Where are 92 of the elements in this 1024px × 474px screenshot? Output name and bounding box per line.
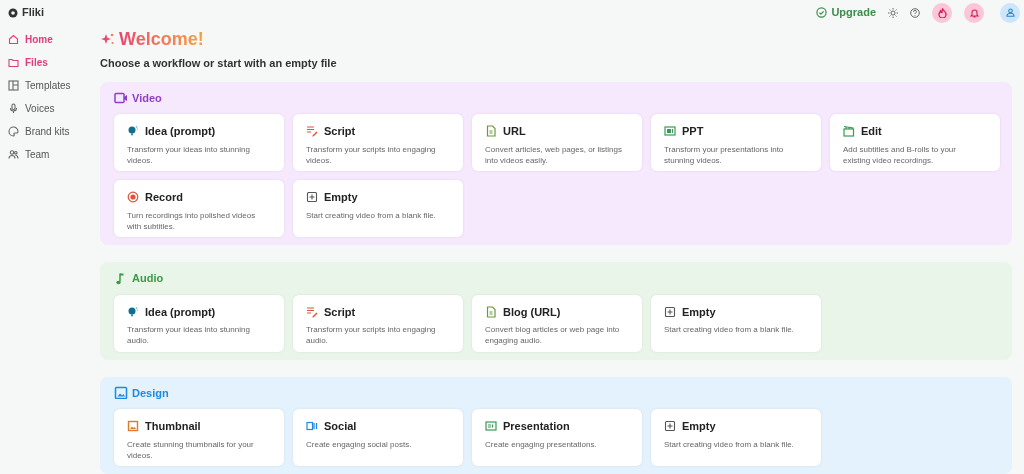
workflow-card[interactable]: PPT Transform your presentations into stunning videos. (651, 114, 821, 171)
subheading: Choose a workflow or start with an empty file (100, 56, 338, 71)
image-icon (127, 420, 139, 433)
workflow-card[interactable]: Blog (URL) Convert blog articles or web page into engaging audio. (472, 294, 642, 352)
microphone-icon (8, 102, 19, 114)
workflow-card[interactable]: Idea (prompt) Transform your ideas into stunning videos. (114, 114, 284, 171)
section-title: Design (132, 385, 169, 401)
card-title: Idea (prompt) (145, 304, 216, 320)
workflow-card[interactable]: Script Transform your scripts into engaging audio. (293, 294, 463, 352)
card-title: Thumbnail (145, 419, 201, 434)
card-title: PPT (682, 124, 704, 139)
card-description: Create engaging social posts. (306, 438, 413, 450)
card-title: Empty (324, 190, 358, 205)
script-pen-icon (306, 305, 318, 318)
layout-icon (8, 79, 19, 91)
sidebar-item[interactable]: Voices (6, 99, 94, 117)
card-title: Empty (682, 419, 716, 434)
presentation-icon (664, 125, 676, 138)
plus-square-icon (664, 420, 676, 433)
card-description: Create engaging presentations. (485, 438, 598, 450)
card-description: Create stunning thumbnails for your videos. (127, 438, 255, 461)
folder-icon (8, 56, 19, 68)
workflow-card[interactable]: Idea (prompt) Transform your ideas into stunning audio. (114, 294, 284, 352)
card-description: Start creating video from a blank file. (664, 324, 795, 335)
clapperboard-icon (843, 125, 855, 138)
card-description: Convert articles, web pages, or listings into videos easily. (485, 143, 623, 166)
card-title: Record (145, 190, 183, 205)
workflow-card[interactable]: Empty Start creating video from a blank file. (293, 180, 463, 237)
card-title: Blog (URL) (503, 304, 561, 320)
workflow-card[interactable]: Record Turn recordings into polished videos with subtitles. (114, 180, 284, 237)
sidebar-item[interactable]: Home (6, 30, 94, 48)
card-description: Transform your ideas into stunning audio. (127, 324, 251, 346)
flame-icon (937, 7, 947, 18)
presentation-icon (485, 420, 497, 433)
badge-check-icon (816, 7, 828, 18)
script-pen-icon (306, 125, 318, 138)
card-description: Transform your scripts into engaging audio. (306, 324, 437, 346)
card-description: Convert blog articles or web page into engaging audio. (485, 324, 621, 346)
user-icon (1005, 8, 1015, 17)
bell-icon (969, 7, 979, 18)
notification-button[interactable] (964, 2, 984, 23)
sidebar-item[interactable]: Templates (6, 76, 94, 94)
video-camera-icon (114, 91, 128, 105)
workflow-card[interactable]: Edit Add subtitles and B-rolls to your existing video recordings. (830, 114, 1000, 171)
card-title: Presentation (503, 419, 570, 434)
image-icon (114, 386, 128, 400)
help-icon[interactable] (910, 7, 920, 18)
plus-square-icon (664, 305, 676, 318)
section-title: Video (132, 90, 162, 106)
card-description: Transform your scripts into engaging videos. (306, 143, 437, 166)
workflow-card[interactable]: Thumbnail Create stunning thumbnails for your videos. (114, 409, 284, 466)
record-icon (127, 191, 139, 204)
lightbulb-icon (127, 125, 139, 138)
brand-name: Fliki (22, 5, 44, 21)
upgrade-button[interactable]: Upgrade (816, 4, 876, 21)
card-description: Transform your presentations into stunning videos. (664, 143, 785, 166)
gallery-icon (306, 420, 318, 433)
workflow-card[interactable]: URL Convert articles, web pages, or listings into videos easily. (472, 114, 642, 171)
card-title: Empty (682, 304, 716, 320)
sidebar-item[interactable]: Files (6, 53, 94, 71)
logo-icon (8, 7, 18, 18)
fire-button[interactable] (932, 2, 952, 23)
card-title: Edit (861, 124, 882, 139)
card-description: Turn recordings into polished videos with subtitles. (127, 209, 257, 232)
profile-button[interactable] (1000, 2, 1020, 23)
workflow-card[interactable]: Script Transform your scripts into engaging videos. (293, 114, 463, 171)
card-description: Start creating video from a blank file. (664, 438, 795, 450)
home-icon (8, 33, 19, 45)
document-icon (485, 305, 497, 318)
sparkle-icon (100, 32, 115, 46)
workflow-card[interactable]: Presentation Create engaging presentations. (472, 409, 642, 466)
sidebar-item[interactable]: Team (6, 145, 94, 163)
card-title: Script (324, 304, 356, 320)
card-title: Idea (prompt) (145, 124, 216, 139)
people-icon (8, 148, 19, 160)
workflow-card[interactable]: Empty Start creating video from a blank file. (651, 294, 821, 352)
palette-icon (8, 125, 19, 137)
section-title: Audio (132, 271, 164, 286)
welcome-heading: Welcome! (119, 30, 204, 48)
card-description: Start creating video from a blank file. (306, 209, 437, 221)
lightbulb-icon (127, 305, 139, 318)
card-title: URL (503, 124, 526, 139)
plus-square-icon (306, 191, 318, 204)
workflow-card[interactable]: Social Create engaging social posts. (293, 409, 463, 466)
document-icon (485, 125, 497, 138)
sidebar-item[interactable]: Brand kits (6, 122, 94, 140)
card-title: Social (324, 419, 357, 434)
card-title: Script (324, 124, 356, 139)
card-description: Add subtitles and B-rolls to your existing video recordings. (843, 143, 957, 166)
card-description: Transform your ideas into stunning videos. (127, 143, 251, 166)
sun-icon[interactable] (888, 7, 898, 18)
workflow-card[interactable]: Empty Start creating video from a blank file. (651, 409, 821, 466)
